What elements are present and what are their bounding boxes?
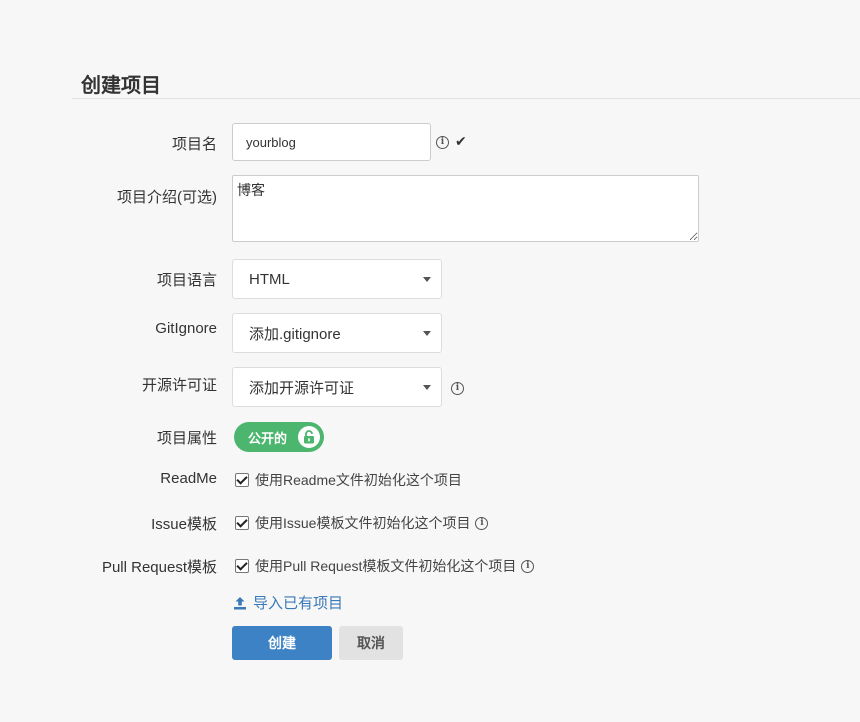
checkbox-checked-icon[interactable]: [235, 473, 249, 487]
cancel-button[interactable]: 取消: [339, 626, 403, 660]
readme-checkbox-label: 使用Readme文件初始化这个项目: [255, 472, 462, 488]
visibility-label: 项目属性: [156, 430, 217, 447]
row-visibility: 项目属性 公开的: [0, 422, 860, 452]
language-select[interactable]: HTML: [232, 259, 442, 299]
pr-template-checkbox-label: 使用Pull Request模板文件初始化这个项目: [255, 558, 517, 574]
project-language-label: 项目语言: [156, 272, 217, 289]
row-project-description: 项目介绍(可选) 博客: [0, 175, 860, 242]
row-project-language: 项目语言 HTML: [0, 259, 860, 299]
issue-template-checkbox[interactable]: 使用Issue模板文件初始化这个项目 i: [235, 513, 489, 533]
license-label: 开源许可证: [141, 377, 217, 394]
project-description-textarea[interactable]: 博客: [232, 175, 699, 242]
caret-down-icon: [423, 384, 431, 390]
row-license: 开源许可证 添加开源许可证 i: [0, 367, 860, 407]
check-icon: ✔: [455, 133, 467, 149]
import-project-label: 导入已有项目: [253, 595, 344, 612]
info-icon[interactable]: i: [451, 380, 464, 398]
checkbox-checked-icon[interactable]: [235, 516, 249, 530]
row-import: 导入已有项目: [0, 592, 860, 612]
row-readme: ReadMe 使用Readme文件初始化这个项目: [0, 469, 860, 489]
unlock-icon: [298, 426, 320, 448]
language-select-value: HTML: [249, 270, 290, 288]
info-icon[interactable]: i: [436, 134, 449, 152]
row-gitignore: GitIgnore 添加.gitignore: [0, 313, 860, 353]
page-title: 创建项目: [81, 75, 161, 97]
row-project-name: 项目名 i ✔: [0, 123, 860, 161]
pr-template-label: Pull Request模板: [101, 559, 217, 576]
project-description-label: 项目介绍(可选): [117, 189, 217, 206]
license-select[interactable]: 添加开源许可证: [232, 367, 442, 407]
gitignore-select-value: 添加.gitignore: [249, 325, 341, 343]
upload-icon: [233, 596, 247, 610]
gitignore-select[interactable]: 添加.gitignore: [232, 313, 442, 353]
import-project-link[interactable]: 导入已有项目: [233, 592, 343, 613]
gitignore-label: GitIgnore: [155, 320, 217, 337]
checkbox-checked-icon[interactable]: [235, 559, 249, 573]
visibility-toggle[interactable]: 公开的: [234, 422, 324, 452]
project-name-input[interactable]: [232, 123, 431, 161]
title-divider: [72, 98, 860, 99]
issue-template-checkbox-label: 使用Issue模板文件初始化这个项目: [255, 515, 471, 531]
info-icon[interactable]: i: [521, 559, 535, 573]
pr-template-checkbox[interactable]: 使用Pull Request模板文件初始化这个项目 i: [235, 556, 535, 576]
license-select-value: 添加开源许可证: [249, 379, 355, 397]
readme-label: ReadMe: [160, 470, 217, 487]
row-issue-template: Issue模板 使用Issue模板文件初始化这个项目 i: [0, 512, 860, 533]
visibility-toggle-label: 公开的: [248, 430, 288, 446]
row-actions: 创建 取消: [0, 626, 860, 660]
create-button[interactable]: 创建: [232, 626, 332, 660]
caret-down-icon: [423, 330, 431, 336]
caret-down-icon: [423, 276, 431, 282]
action-buttons: 创建 取消: [232, 626, 412, 660]
project-name-label: 项目名: [171, 136, 217, 153]
readme-checkbox[interactable]: 使用Readme文件初始化这个项目: [235, 470, 462, 490]
row-pr-template: Pull Request模板 使用Pull Request模板文件初始化这个项目…: [0, 555, 860, 576]
issue-template-label: Issue模板: [151, 516, 217, 533]
info-icon[interactable]: i: [475, 516, 489, 530]
